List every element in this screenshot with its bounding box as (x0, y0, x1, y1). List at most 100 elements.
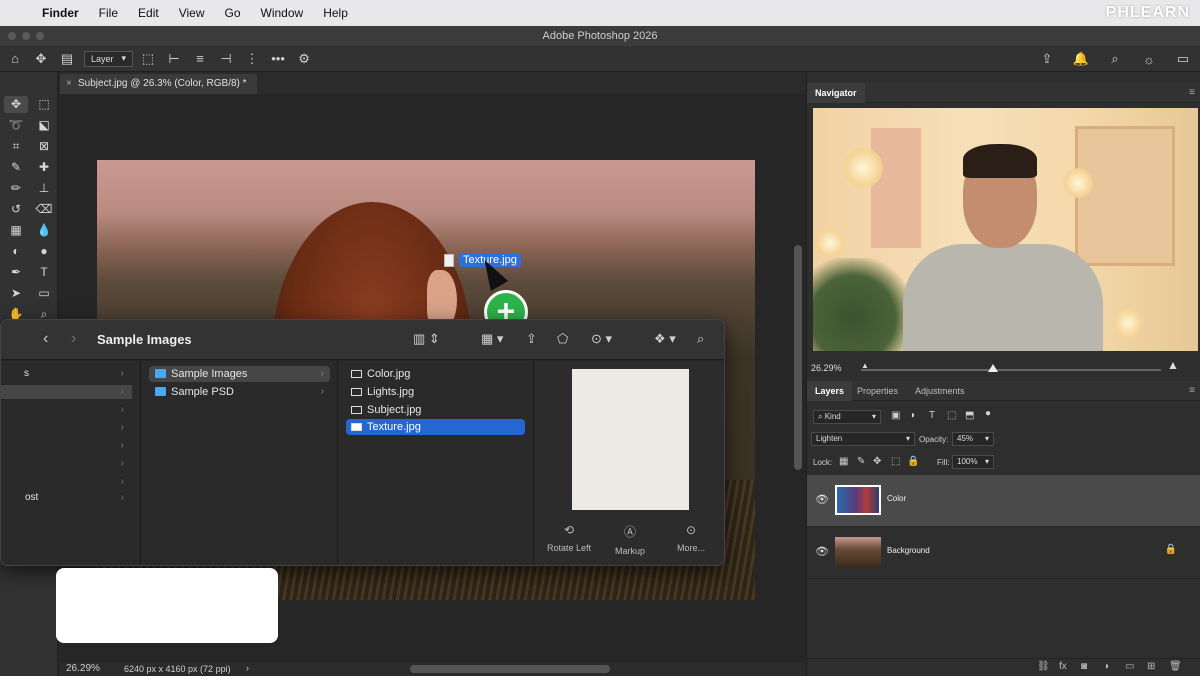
menu-file[interactable]: File (89, 6, 128, 20)
marquee-tool-icon[interactable]: ⬚ (32, 96, 56, 113)
layer-name[interactable]: Color (887, 494, 906, 503)
move-tool-icon[interactable]: ✥ (30, 49, 52, 69)
menu-edit[interactable]: Edit (128, 6, 169, 20)
blur-tool-icon[interactable]: 💧 (32, 222, 56, 239)
tab-layers[interactable]: Layers (807, 381, 853, 401)
layer-name[interactable]: Background (887, 546, 930, 555)
frame-tool-icon[interactable]: ⊠ (32, 138, 56, 155)
delete-layer-icon[interactable]: 🗑 (1169, 661, 1182, 672)
notifications-bell-icon[interactable]: 🔔 (1070, 49, 1092, 69)
panel-menu-icon[interactable]: ≡ (1189, 385, 1195, 396)
menu-view[interactable]: View (169, 6, 215, 20)
layer-filter-kind[interactable]: ⌕ Kind ▾ (813, 410, 881, 424)
list-item[interactable]: › (1, 439, 132, 453)
folder-item-sample-images[interactable]: Sample Images › (149, 366, 330, 382)
tab-navigator[interactable]: Navigator (807, 83, 865, 103)
distribute-icon[interactable]: ⋮ (241, 49, 263, 69)
list-item[interactable]: › (1, 385, 132, 399)
brush-tool-icon[interactable]: ✏ (4, 180, 28, 197)
canvas-vertical-scrollbar[interactable] (794, 245, 802, 470)
layer-row-background[interactable]: 👁 Background 🔒 (807, 527, 1200, 579)
minimize-window-icon[interactable] (22, 32, 30, 40)
file-item-subject[interactable]: Subject.jpg (346, 402, 525, 418)
fill-field[interactable]: 100% ▾ (952, 455, 994, 469)
tab-properties[interactable]: Properties (849, 381, 906, 401)
share-icon[interactable]: ⇪ (1036, 49, 1058, 69)
align-left-icon[interactable]: ⊢ (163, 49, 185, 69)
status-zoom[interactable]: 26.29% (66, 663, 100, 674)
close-tab-icon[interactable]: × (66, 74, 72, 94)
zoom-window-icon[interactable] (36, 32, 44, 40)
layer-row-color[interactable]: 👁 Color (807, 475, 1200, 527)
workspace-icon[interactable]: ▭ (1172, 49, 1194, 69)
eraser-tool-icon[interactable]: ⌫ (32, 201, 56, 218)
menu-help[interactable]: Help (313, 6, 358, 20)
gradient-tool-icon[interactable]: ▦ (4, 222, 28, 239)
zoom-slider-handle[interactable] (988, 364, 998, 372)
forward-chevron-icon[interactable]: › (71, 330, 76, 348)
close-window-icon[interactable] (8, 32, 16, 40)
list-item[interactable]: ost › (1, 491, 132, 505)
search-icon[interactable]: ⌕ (1104, 49, 1126, 69)
share-icon[interactable]: ⇪ (526, 331, 537, 347)
panel-menu-icon[interactable]: ≡ (1189, 87, 1195, 98)
lock-pixels-icon[interactable]: ✎ (857, 456, 865, 467)
navigator-thumbnail[interactable] (813, 108, 1198, 351)
lock-all-icon[interactable]: 🔒 (907, 456, 919, 467)
visibility-eye-icon[interactable]: 👁 (815, 545, 829, 558)
filter-toggle-icon[interactable]: ● (985, 408, 991, 419)
new-layer-icon[interactable]: ⊞ (1147, 661, 1155, 672)
document-tab[interactable]: × Subject.jpg @ 26.3% (Color, RGB/8) * (60, 74, 257, 94)
back-chevron-icon[interactable]: ‹ (43, 330, 48, 348)
file-item-color[interactable]: Color.jpg (346, 366, 525, 382)
list-item[interactable]: s › (1, 367, 132, 381)
list-item[interactable]: › (1, 403, 132, 417)
lock-position-icon[interactable]: ✥ (873, 456, 881, 467)
filter-pixel-icon[interactable]: ▣ (891, 410, 900, 421)
layer-style-fx-icon[interactable]: fx (1059, 661, 1067, 672)
rectangle-tool-icon[interactable]: ▭ (32, 285, 56, 302)
tag-icon[interactable]: ⬠ (557, 331, 568, 347)
crop-tool-icon[interactable]: ⌗ (4, 138, 28, 155)
tab-adjustments[interactable]: Adjustments (907, 381, 973, 401)
rotate-left-button[interactable]: ⟲ Rotate Left (534, 523, 604, 553)
dodge-tool-icon[interactable]: ◐ (4, 243, 28, 260)
adjustment-layer-icon[interactable]: ◑ (1103, 661, 1109, 672)
history-brush-tool-icon[interactable]: ↺ (4, 201, 28, 218)
pen-tool-icon[interactable]: ✒ (4, 264, 28, 281)
auto-select-dropdown[interactable]: Layer ▾ (84, 50, 134, 67)
filter-adjustment-icon[interactable]: ◑ (909, 410, 915, 421)
list-item[interactable]: › (1, 421, 132, 435)
visibility-eye-icon[interactable]: 👁 (815, 493, 829, 506)
stamp-tool-icon[interactable]: ⊥ (32, 180, 56, 197)
file-item-lights[interactable]: Lights.jpg (346, 384, 525, 400)
dropbox-icon[interactable]: ❖ ▾ (654, 331, 676, 347)
eyedropper-tool-icon[interactable]: ✎ (4, 159, 28, 176)
chevron-right-icon[interactable]: › (246, 663, 249, 673)
action-more-icon[interactable]: ⊙ ▾ (591, 331, 612, 347)
layer-lock-icon[interactable]: 🔒 (1165, 544, 1177, 555)
add-mask-icon[interactable]: ◙ (1081, 661, 1087, 672)
sponge-tool-icon[interactable]: ● (32, 243, 56, 260)
file-item-texture[interactable]: Texture.jpg (346, 419, 525, 435)
zoom-in-icon[interactable]: ▲ (1167, 358, 1179, 372)
new-group-icon[interactable]: ▭ (1125, 661, 1134, 672)
type-tool-icon[interactable]: T (32, 264, 56, 281)
list-item[interactable]: › (1, 457, 132, 471)
move-tool-icon[interactable]: ✥ (4, 96, 28, 113)
navigator-zoom-value[interactable]: 26.29% (811, 363, 842, 373)
group-icon[interactable]: ▦ ▾ (481, 331, 503, 347)
navigator-zoom-slider[interactable] (861, 364, 1161, 372)
more-options-icon[interactable]: ••• (267, 49, 289, 69)
path-selection-tool-icon[interactable]: ➤ (4, 285, 28, 302)
search-icon[interactable]: ⌕ (697, 331, 704, 347)
transform-controls-icon[interactable]: ⬚ (137, 49, 159, 69)
filter-type-icon[interactable]: T (929, 410, 935, 421)
menu-window[interactable]: Window (251, 6, 314, 20)
more-button[interactable]: ⊙ More... (656, 523, 724, 553)
canvas-horizontal-scrollbar[interactable] (410, 665, 610, 673)
home-icon[interactable]: ⌂ (4, 49, 26, 69)
column-view-icon[interactable]: ▥ ⇕ (413, 331, 440, 347)
link-layers-icon[interactable]: ⛓ (1037, 661, 1050, 672)
healing-brush-tool-icon[interactable]: ✚ (32, 159, 56, 176)
